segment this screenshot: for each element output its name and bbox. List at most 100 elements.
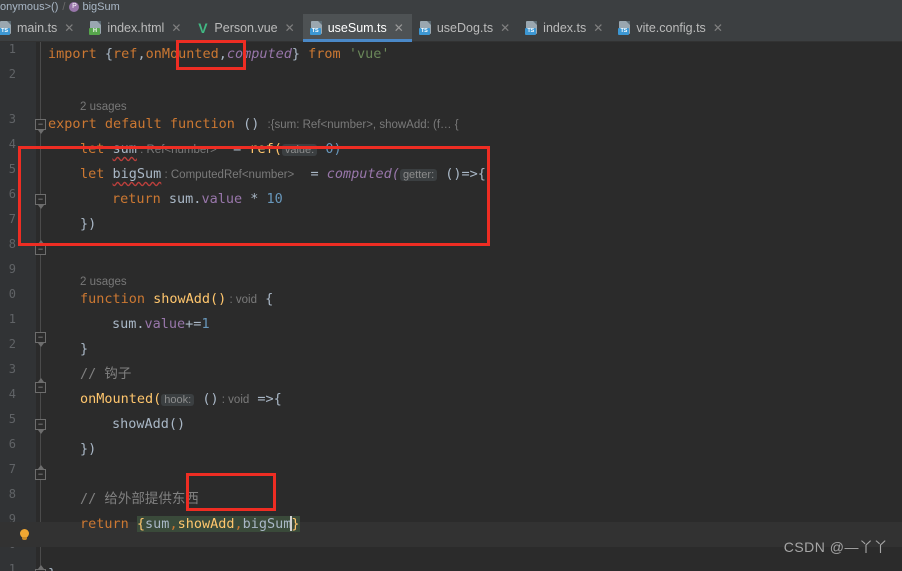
line-number: 6 [8, 437, 16, 451]
code-line-showadd-call: showAdd() [112, 416, 186, 432]
multiplier-literal: 10 [266, 191, 283, 207]
fold-end-computed[interactable]: − [35, 240, 46, 255]
ref-call: ref( [249, 141, 282, 157]
code-line-onmounted-close: }) [80, 441, 97, 457]
value-param-hint: value: [281, 144, 318, 156]
onmounted-call: onMounted( [80, 391, 162, 407]
code-line-sum-increment: sum.value+=1 [112, 316, 210, 332]
ts-file-icon: TS [0, 21, 12, 35]
ts-file-icon: TS [618, 21, 631, 35]
line-number: 3 [8, 362, 16, 376]
line-number: 6 [8, 187, 16, 201]
close-icon[interactable]: ✕ [593, 21, 603, 35]
ref-import: ref [113, 46, 138, 62]
breadcrumb-path[interactable]: onymous>() [0, 1, 58, 13]
tab-label: Person.vue [214, 21, 278, 35]
tab-main-ts[interactable]: TS main.ts ✕ [0, 14, 82, 42]
code-line-export: export default function () :{sum: Ref<nu… [48, 116, 459, 132]
property-icon: P [69, 2, 80, 12]
value-property: value [201, 191, 243, 207]
code-comment-provide: // 给外部提供东西 [80, 491, 199, 507]
editor-tab-bar: TS main.ts ✕ H index.html ✕ V Person.vue… [0, 14, 902, 42]
code-comment-hook: // 钩子 [80, 366, 132, 382]
line-number: 3 [8, 112, 16, 126]
line-number: 1 [8, 312, 16, 326]
line-number: 8 [8, 487, 16, 501]
line-number: 5 [8, 162, 16, 176]
tab-vite-config-ts[interactable]: TS vite.config.ts ✕ [611, 14, 731, 42]
code-editor[interactable]: 1 2 3 4 5 6 7 8 9 0 1 2 3 4 5 6 7 8 9 0 … [0, 40, 902, 571]
tab-usesum-ts[interactable]: TS useSum.ts ✕ [302, 14, 412, 42]
bigsum-type-inlay-hint: : ComputedRef<number> [161, 169, 295, 181]
code-line-return-object: return {sum,showAdd,bigSum} [80, 516, 300, 532]
import-keyword: import [48, 46, 97, 62]
code-line-onmounted: onMounted(hook: () : void =>{ [80, 391, 282, 407]
computed-call: computed( [326, 166, 400, 182]
onmounted-import: onMounted [145, 46, 219, 62]
line-number: 9 [8, 262, 16, 276]
ide-window: onymous>() / P bigSum TS main.ts ✕ H ind… [0, 0, 902, 571]
showadd-type-inlay-hint: : void [226, 294, 258, 306]
export-keyword: export default function [48, 116, 235, 132]
close-icon[interactable]: ✕ [285, 21, 295, 35]
intention-bulb-icon[interactable] [18, 529, 31, 542]
tab-person-vue[interactable]: V Person.vue ✕ [189, 14, 302, 42]
return-keyword: return [80, 516, 137, 532]
tab-usedog-ts[interactable]: TS useDog.ts ✕ [412, 14, 518, 42]
breadcrumb-separator: / [62, 1, 66, 13]
fold-toggle-function[interactable]: − [35, 119, 46, 134]
close-icon[interactable]: ✕ [64, 21, 74, 35]
line-number: 2 [8, 337, 16, 351]
return-type-inlay-hint: :{sum: Ref<number>, showAdd: (f… { [267, 119, 459, 131]
close-icon[interactable]: ✕ [171, 21, 181, 35]
fold-toggle-computed[interactable]: − [35, 194, 46, 209]
showadd-export: showAdd [177, 516, 235, 532]
showadd-name: showAdd() [153, 291, 227, 307]
vue-module-string: 'vue' [348, 46, 390, 62]
ts-file-icon: TS [418, 21, 432, 35]
close-icon[interactable]: ✕ [713, 21, 723, 35]
tab-label: index.html [107, 21, 165, 35]
close-icon[interactable]: ✕ [500, 21, 510, 35]
ts-file-icon: TS [525, 21, 538, 35]
function-keyword: function [80, 291, 154, 307]
hook-param-hint: hook: [161, 394, 195, 406]
code-line-showadd-close: } [80, 341, 89, 357]
fold-toggle-onmounted[interactable]: − [35, 419, 46, 434]
breadcrumb[interactable]: onymous>() / P bigSum [0, 0, 902, 14]
line-number: 0 [8, 287, 16, 301]
close-icon[interactable]: ✕ [394, 21, 404, 35]
line-number: 5 [8, 412, 16, 426]
tab-label: vite.config.ts [636, 21, 706, 35]
bigsum-variable: bigSum [112, 166, 162, 182]
breadcrumb-symbol[interactable]: bigSum [82, 1, 119, 13]
tab-label: index.ts [543, 21, 587, 35]
sum-export: sum [145, 516, 170, 532]
value-property: value [144, 316, 186, 332]
code-line-function-showadd: function showAdd() : void { [80, 291, 274, 307]
code-line-return-bigsum: return sum.value * 10 [112, 191, 283, 207]
ts-file-icon: TS [309, 21, 323, 35]
bigsum-export: bigSum [242, 516, 292, 532]
line-number: 8 [8, 237, 16, 251]
line-number: 4 [8, 387, 16, 401]
sum-variable: sum [112, 141, 137, 157]
tab-index-html[interactable]: H index.html ✕ [82, 14, 189, 42]
getter-param-hint: getter: [399, 169, 438, 181]
return-keyword: return [112, 191, 169, 207]
code-line-function-close: } [48, 562, 56, 571]
tab-label: useSum.ts [327, 21, 387, 35]
html-file-icon: H [89, 21, 102, 35]
computed-import: computed [226, 46, 292, 62]
code-line-let-sum: let sum : Ref<number> = ref(value: 0) [80, 141, 342, 157]
fold-toggle-showadd[interactable]: − [35, 332, 46, 347]
csdn-watermark: CSDN @—丫丫 [783, 539, 888, 555]
vue-file-icon: V [198, 19, 208, 36]
tab-index-ts[interactable]: TS index.ts ✕ [518, 14, 611, 42]
fold-end-showadd[interactable]: − [35, 378, 46, 393]
line-number-gutter[interactable]: 1 2 3 4 5 6 7 8 9 0 1 2 3 4 5 6 7 8 9 0 … [0, 42, 36, 571]
line-number: 7 [8, 462, 16, 476]
fold-end-onmounted[interactable]: − [35, 465, 46, 480]
code-content[interactable]: import {ref,onMounted,computed} from 'vu… [48, 42, 902, 571]
tab-label: main.ts [17, 21, 58, 35]
